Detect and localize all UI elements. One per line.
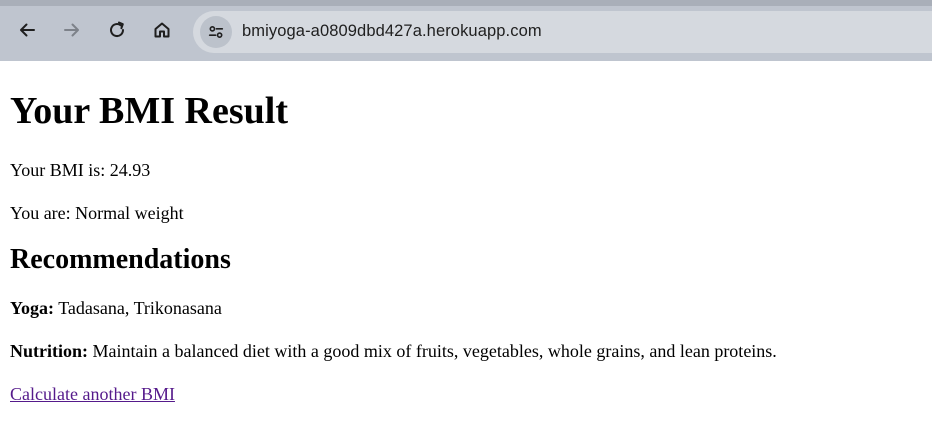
bmi-result-line: Your BMI is: 24.93 [10, 159, 922, 181]
address-bar[interactable]: bmiyoga-a0809dbd427a.herokuapp.com [193, 11, 932, 53]
yoga-label: Yoga: [10, 298, 54, 318]
forward-button[interactable] [57, 15, 87, 45]
url-text[interactable]: bmiyoga-a0809dbd427a.herokuapp.com [242, 22, 542, 41]
home-icon [154, 22, 170, 38]
calculate-another-bmi-link[interactable]: Calculate another BMI [10, 384, 175, 404]
back-button[interactable] [12, 15, 42, 45]
calculate-link-line: Calculate another BMI [10, 383, 922, 405]
nutrition-value: Maintain a balanced diet with a good mix… [92, 341, 777, 361]
page-title: Your BMI Result [10, 90, 288, 132]
nutrition-label: Nutrition: [10, 341, 88, 361]
recommendations-heading: Recommendations [10, 244, 231, 275]
site-info-button[interactable] [200, 16, 232, 48]
yoga-recommendation: Yoga: Tadasana, Trikonasana [10, 297, 922, 319]
page-content: Your BMI Result Your BMI is: 24.93 You a… [0, 61, 932, 405]
reload-icon [110, 21, 125, 38]
nutrition-recommendation: Nutrition: Maintain a balanced diet with… [10, 340, 922, 362]
browser-toolbar: bmiyoga-a0809dbd427a.herokuapp.com [0, 0, 932, 61]
yoga-value: Tadasana, Trikonasana [58, 298, 222, 318]
forward-arrow-icon [64, 23, 79, 37]
reload-button[interactable] [102, 15, 132, 45]
bmi-value: 24.93 [109, 160, 151, 180]
site-info-icon [208, 25, 224, 39]
weight-category-line: You are: Normal weight [10, 202, 922, 224]
home-button[interactable] [147, 15, 177, 45]
back-arrow-icon [20, 23, 35, 37]
category-label: You are: [10, 203, 71, 223]
category-value: Normal weight [75, 203, 184, 223]
bmi-label: Your BMI is: [10, 160, 106, 180]
